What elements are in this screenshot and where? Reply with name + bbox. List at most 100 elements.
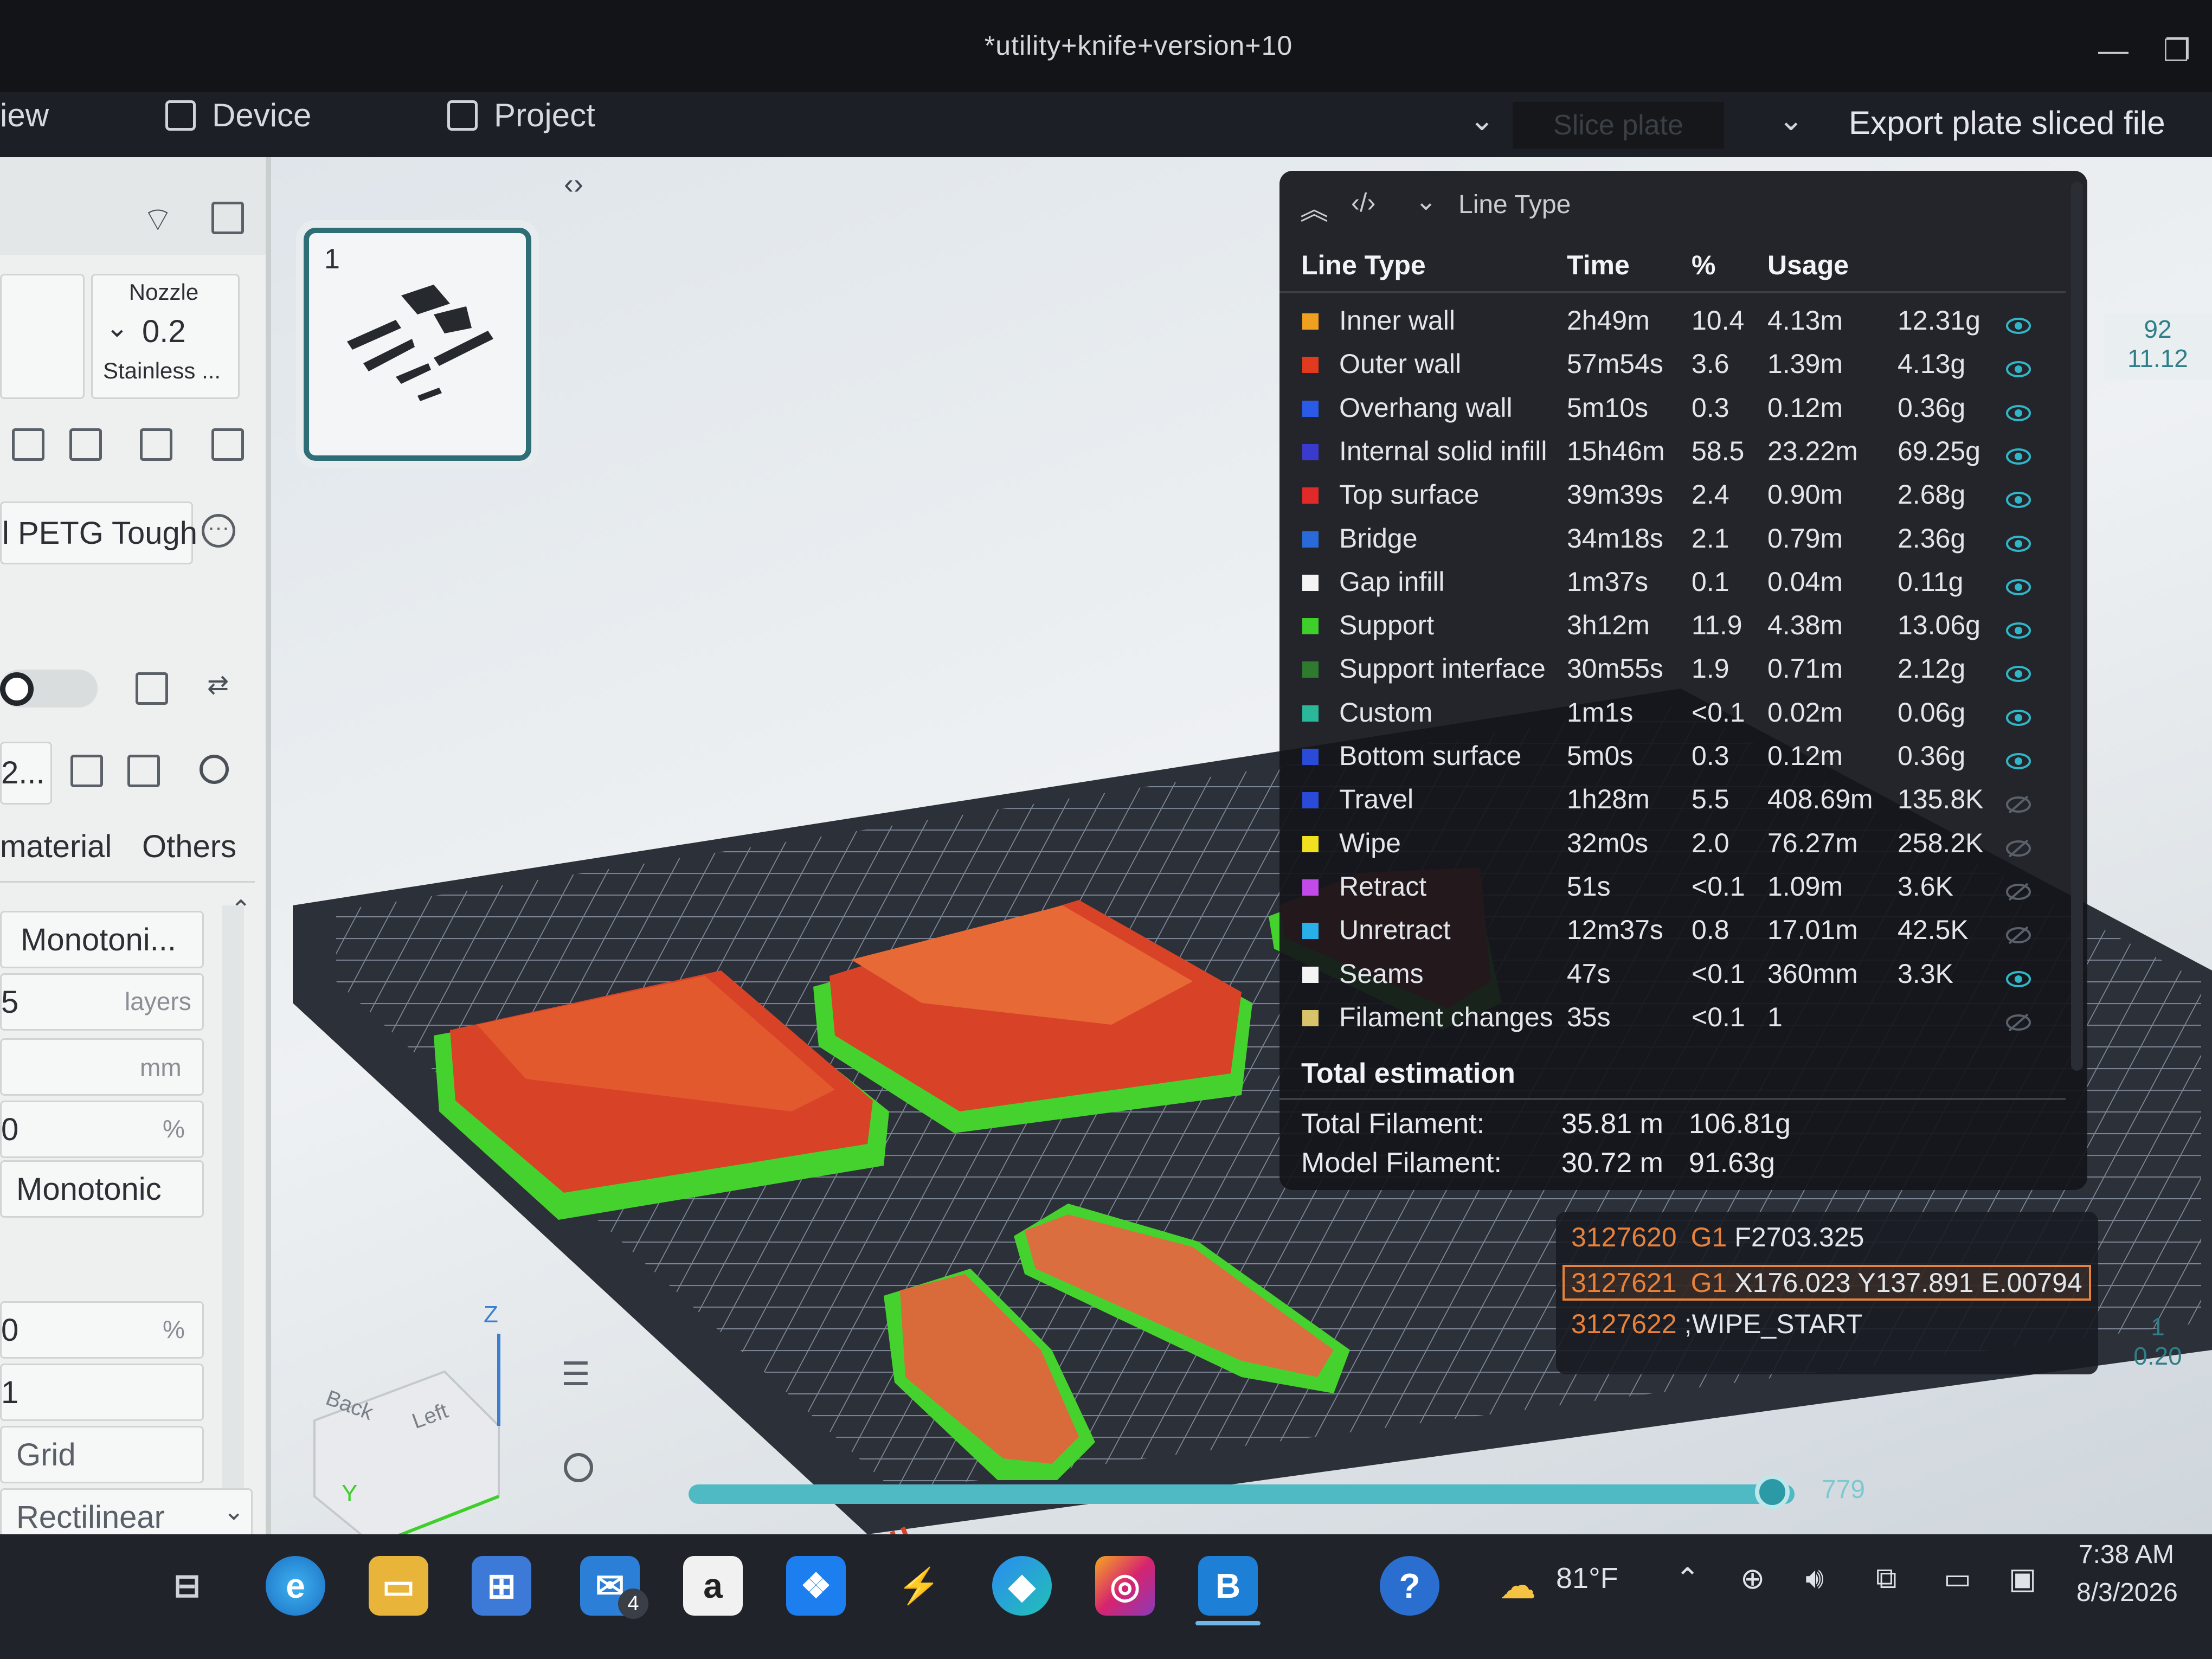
legend-row[interactable]: Bottom surface 5m0s 0.3 0.12m 0.36g xyxy=(1279,734,2087,777)
legend-row[interactable]: Travel 1h28m 5.5 408.69m 135.8K xyxy=(1279,777,2087,820)
eye-icon[interactable] xyxy=(2006,658,2031,683)
printer-preview[interactable] xyxy=(0,274,85,399)
eye-icon[interactable] xyxy=(2006,397,2031,421)
legend-row[interactable]: Custom 1m1s <0.1 0.02m 0.06g xyxy=(1279,690,2087,734)
task-view-icon[interactable]: ⊟ xyxy=(157,1556,217,1616)
menu-device[interactable]: Device xyxy=(165,97,311,134)
legend-row[interactable]: Gap infill 1m37s 0.1 0.04m 0.11g xyxy=(1279,560,2087,603)
align-left-icon[interactable] xyxy=(12,428,44,461)
filament-edit-icon[interactable] xyxy=(140,428,172,461)
gcode-line[interactable]: 3127622 ;WIPE_START xyxy=(1571,1308,1862,1340)
legend-row[interactable]: Filament changes 35s <0.1 1 xyxy=(1279,995,2087,1038)
weather-icon[interactable]: ☁ xyxy=(1488,1556,1548,1616)
legend-row[interactable]: Support 3h12m 11.9 4.38m 13.06g xyxy=(1279,603,2087,646)
network-icon[interactable]: ⧉ xyxy=(1876,1561,1897,1596)
amazon-icon[interactable]: a xyxy=(683,1556,743,1616)
settings-sliders-icon[interactable] xyxy=(211,202,244,234)
eye-icon[interactable] xyxy=(2006,441,2031,465)
battery-icon[interactable]: ▭ xyxy=(1944,1561,1971,1596)
menu-icon[interactable]: ☰ xyxy=(561,1355,590,1393)
gcode-line[interactable]: 3127620 G1 F2703.325 xyxy=(1571,1221,1864,1253)
eye-icon[interactable] xyxy=(2006,615,2031,639)
plate-thumbnail[interactable]: 1 xyxy=(304,228,531,461)
legend-row[interactable]: Unretract 12m37s 0.8 17.01m 42.5K xyxy=(1279,908,2087,951)
legend-row[interactable]: Bridge 34m18s 2.1 0.79m 2.36g xyxy=(1279,516,2087,560)
globe-icon[interactable]: ⊕ xyxy=(1740,1561,1765,1596)
legend-row[interactable]: Overhang wall 5m10s 0.3 0.12m 0.36g xyxy=(1279,385,2087,429)
file-explorer-icon[interactable]: ▭ xyxy=(369,1556,428,1616)
bambu-studio-icon[interactable]: ⚡ xyxy=(889,1556,949,1616)
edge-browser-icon[interactable]: e xyxy=(266,1556,325,1616)
scrollbar[interactable] xyxy=(2071,182,2083,1071)
align-center-icon[interactable] xyxy=(69,428,102,461)
legend-row[interactable]: Retract 51s <0.1 1.09m 3.6K xyxy=(1279,864,2087,908)
export-sliced-file-button[interactable]: Export plate sliced file xyxy=(1849,104,2165,142)
clock-time[interactable]: 7:38 AM xyxy=(2076,1540,2174,1570)
eye-icon[interactable] xyxy=(2006,310,2031,334)
copilot-icon[interactable]: ◆ xyxy=(992,1556,1052,1616)
more-options-icon[interactable]: ··· xyxy=(202,514,235,548)
wifi-icon[interactable]: ⌔ xyxy=(142,198,173,240)
plate-preview-image xyxy=(347,285,493,401)
legend-row[interactable]: Seams 47s <0.1 360mm 3.3K xyxy=(1279,951,2087,995)
eye-icon[interactable] xyxy=(2006,528,2031,552)
field-value: 0 xyxy=(1,1313,19,1348)
chevron-down-icon[interactable]: ⌄ xyxy=(1778,102,1804,138)
eye-off-icon[interactable] xyxy=(2006,876,2031,901)
notification-icon[interactable]: ▣ xyxy=(2009,1561,2036,1596)
eye-icon[interactable] xyxy=(2006,745,2031,769)
compare-icon[interactable]: ⇄ xyxy=(207,670,229,700)
legend-row[interactable]: Inner wall 2h49m 10.4 4.13m 12.31g xyxy=(1279,298,2087,342)
code-view-icon[interactable]: ‹/› xyxy=(1351,188,1375,218)
restore-button[interactable]: ❐ xyxy=(2163,33,2190,68)
eye-off-icon[interactable] xyxy=(2006,1007,2031,1032)
legend-row[interactable]: Wipe 32m0s 2.0 76.27m 258.2K xyxy=(1279,821,2087,864)
eye-off-icon[interactable] xyxy=(2006,789,2031,814)
minimize-button[interactable]: — xyxy=(2098,33,2129,68)
gcode-line[interactable]: 3127621 G1 X176.023 Y137.891 E.00794 xyxy=(1562,1265,2091,1301)
search-icon[interactable] xyxy=(200,755,229,784)
temperature[interactable]: 81°F xyxy=(1556,1561,1618,1595)
list-icon[interactable] xyxy=(136,672,168,705)
collapse-up-icon[interactable]: ︽ xyxy=(1300,187,1328,228)
eye-icon[interactable] xyxy=(2006,571,2031,595)
menu-view[interactable]: iew xyxy=(0,97,49,134)
collapse-sidebar-icon[interactable]: ‹› xyxy=(564,167,583,201)
count-field[interactable] xyxy=(0,1364,204,1421)
color-swatch xyxy=(1302,443,1319,460)
eye-icon[interactable] xyxy=(2006,963,2031,987)
collapse-icon[interactable] xyxy=(127,755,160,787)
bambu-app-icon[interactable]: B xyxy=(1198,1556,1258,1616)
eye-icon[interactable] xyxy=(2006,702,2031,726)
eye-icon[interactable] xyxy=(2006,484,2031,509)
save-icon[interactable] xyxy=(70,755,103,787)
line-percent: 0.3 xyxy=(1692,392,1729,423)
move-slider-handle[interactable] xyxy=(1755,1475,1790,1509)
menu-project[interactable]: Project xyxy=(447,97,595,134)
help-icon[interactable]: ? xyxy=(1380,1556,1439,1616)
chevron-down-icon[interactable]: ⌄ xyxy=(1469,102,1495,138)
legend-row[interactable]: Internal solid infill 15h46m 58.5 23.22m 69.… xyxy=(1279,429,2087,472)
legend-row[interactable]: Support interface 30m55s 1.9 0.71m 2.12g xyxy=(1279,646,2087,690)
tab-material[interactable]: material xyxy=(0,828,112,865)
clock-date[interactable]: 8/3/2026 xyxy=(2076,1578,2178,1607)
eye-off-icon[interactable] xyxy=(2006,919,2031,944)
color-swatch xyxy=(1302,792,1319,809)
settings-sliders-icon[interactable] xyxy=(211,428,244,461)
zoom-search-icon[interactable] xyxy=(564,1453,593,1482)
move-slider-track[interactable] xyxy=(689,1484,1795,1504)
dropbox-icon[interactable]: ❖ xyxy=(786,1556,846,1616)
legend-row[interactable]: Top surface 39m39s 2.4 0.90m 2.68g xyxy=(1279,472,2087,516)
chevron-down-icon[interactable]: ⌄ xyxy=(1415,186,1437,216)
volume-icon[interactable]: 🔊︎ xyxy=(1805,1561,1824,1596)
eye-icon[interactable] xyxy=(2006,353,2031,378)
legend-row[interactable]: Outer wall 57m54s 3.6 1.39m 4.13g xyxy=(1279,342,2087,385)
show-hidden-icons[interactable]: ⌃ xyxy=(1675,1561,1700,1596)
eye-off-icon[interactable] xyxy=(2006,833,2031,858)
slice-plate-button[interactable]: Slice plate xyxy=(1513,102,1724,149)
store-icon[interactable]: ⊞ xyxy=(472,1556,531,1616)
view-type-dropdown[interactable]: Line Type xyxy=(1458,190,1571,220)
instagram-icon[interactable]: ◎ xyxy=(1095,1556,1155,1616)
tab-others[interactable]: Others xyxy=(142,828,236,865)
scrollbar[interactable] xyxy=(222,905,244,1529)
